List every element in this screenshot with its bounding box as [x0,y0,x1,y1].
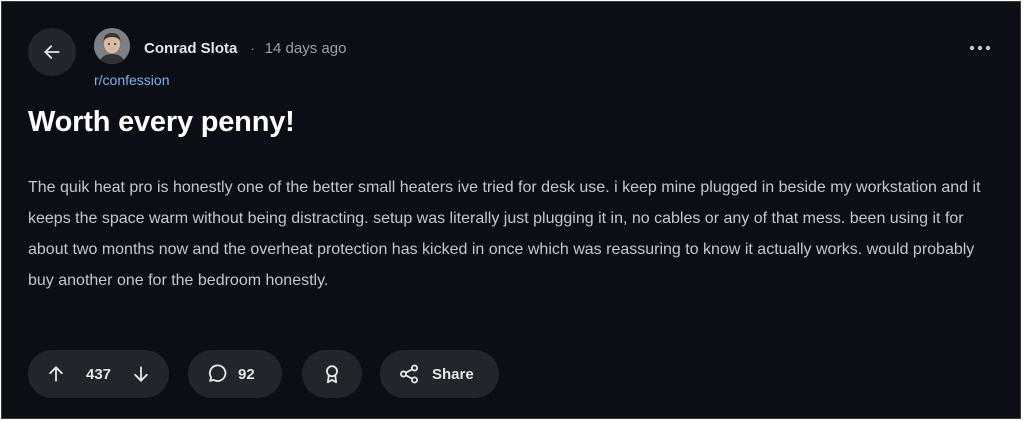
avatar[interactable] [94,28,130,64]
share-label: Share [432,365,474,383]
subreddit-link[interactable]: r/confession [94,72,169,88]
vote-bar: 437 [28,350,169,398]
post-body: The quik heat pro is honestly one of the… [28,179,981,289]
comment-count: 92 [238,365,255,383]
author-name[interactable]: Conrad Slota [144,40,237,57]
award-ribbon-icon [321,363,343,385]
arrow-left-icon [42,42,62,62]
share-button[interactable]: Share [380,350,499,398]
back-button[interactable] [28,28,76,76]
more-options-button[interactable] [960,30,1000,66]
meta-separator: · [250,40,255,56]
share-nodes-icon [398,363,420,385]
arrow-down-icon [131,364,151,384]
post-detail-view: Conrad Slota · 14 days ago r/confession … [1,1,1021,419]
speech-bubble-icon [206,363,228,385]
post-meta: Conrad Slota · 14 days ago [144,38,346,58]
award-button[interactable] [302,350,362,398]
downvote-button[interactable] [129,362,153,386]
vote-count: 437 [85,365,112,383]
more-horizontal-icon [968,44,992,52]
arrow-up-icon [46,364,66,384]
comments-button[interactable]: 92 [188,350,282,398]
post-timestamp: 14 days ago [264,39,347,57]
post-title: Worth every penny! [28,106,295,138]
upvote-button[interactable] [44,362,68,386]
